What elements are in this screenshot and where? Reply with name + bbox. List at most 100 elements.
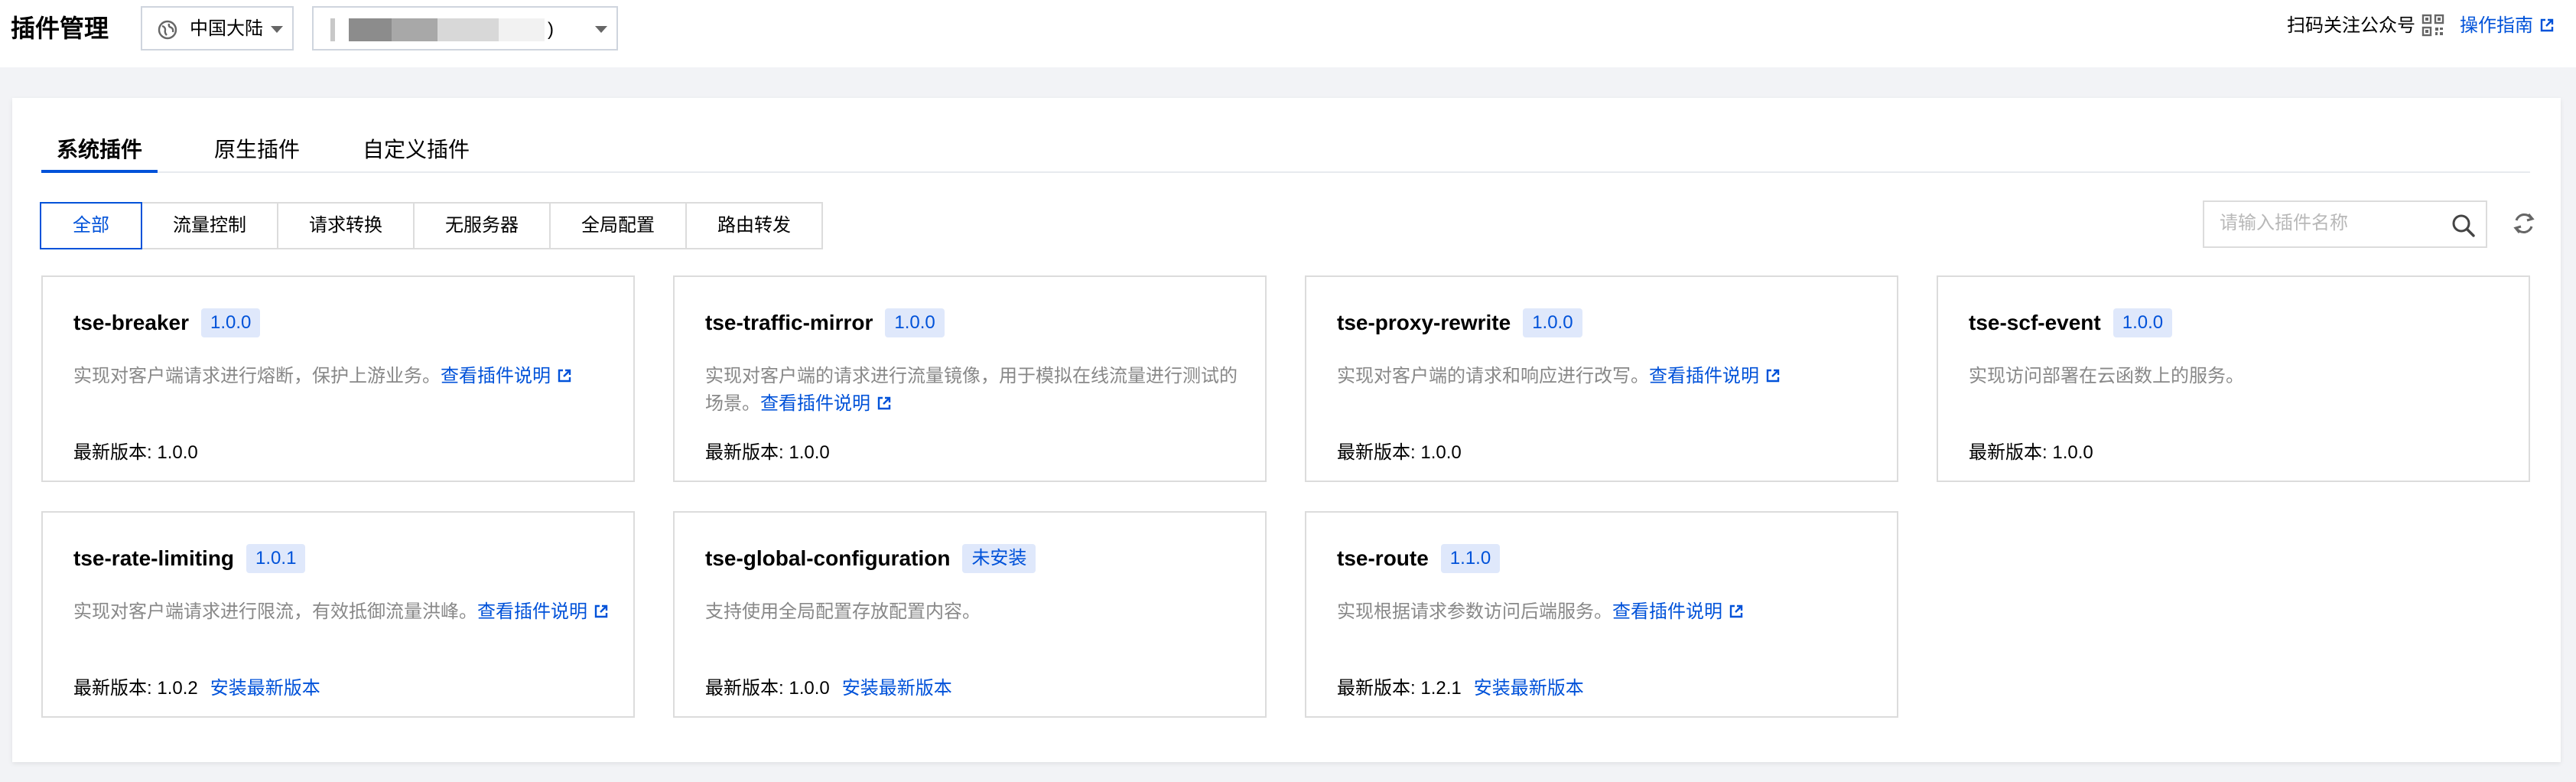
search-input[interactable] — [2220, 213, 2434, 234]
latest-version: 最新版本: 1.0.0 — [73, 441, 198, 465]
view-docs-label: 查看插件说明 — [760, 393, 870, 414]
guide-link[interactable]: 操作指南 — [2460, 14, 2555, 38]
latest-version-label: 最新版本: — [1337, 442, 1421, 463]
latest-version-value: 1.2.1 — [1420, 678, 1462, 699]
tab-native-plugins[interactable]: 原生插件 — [214, 135, 300, 173]
plugin-card: tse-scf-event 1.0.0 实现访问部署在云函数上的服务。 最新版本:… — [1937, 275, 2530, 482]
plugin-name: tse-global-configuration 未安装 — [705, 543, 1036, 574]
tab-system-plugins[interactable]: 系统插件 — [41, 135, 158, 173]
globe-icon — [158, 20, 177, 40]
external-link-icon — [877, 396, 891, 410]
view-docs-label: 查看插件说明 — [1612, 601, 1722, 622]
view-docs-link[interactable]: 查看插件说明 — [1649, 366, 1781, 386]
latest-version-value: 1.0.0 — [1420, 442, 1462, 463]
description-text: 实现对客户端请求进行限流，有效抵御流量洪峰。 — [73, 601, 477, 622]
description-text: 支持使用全局配置存放配置内容。 — [705, 601, 981, 622]
chevron-down-icon — [271, 26, 283, 33]
latest-version-value: 1.0.0 — [2052, 442, 2093, 463]
install-latest-link[interactable]: 安装最新版本 — [210, 678, 320, 699]
plugin-card: tse-breaker 1.0.0 实现对客户端请求进行熔断，保护上游业务。查看插… — [41, 275, 635, 482]
version-badge: 1.0.0 — [200, 308, 261, 337]
latest-version-value: 1.0.0 — [789, 678, 830, 699]
redacted-instance-name — [330, 18, 545, 41]
plugin-name: tse-proxy-rewrite 1.0.0 — [1337, 308, 1582, 338]
latest-version: 最新版本: 1.2.1 安装最新版本 — [1337, 676, 1584, 701]
guide-link-label: 操作指南 — [2460, 15, 2533, 36]
version-badge: 1.0.0 — [2113, 308, 2173, 337]
external-link-icon — [1729, 604, 1743, 618]
latest-version-label: 最新版本: — [73, 678, 158, 699]
plugin-panel: 系统插件 原生插件 自定义插件 全部 流量控制 请求转换 无服务器 全局配置 路… — [12, 98, 2561, 762]
plugin-description: 支持使用全局配置存放配置内容。 — [705, 598, 1241, 626]
install-latest-link[interactable]: 安装最新版本 — [1474, 678, 1584, 699]
plugin-card: tse-route 1.1.0 实现根据请求参数访问后端服务。查看插件说明 最新版… — [1305, 511, 1898, 718]
view-docs-link[interactable]: 查看插件说明 — [760, 393, 892, 414]
tab-custom-plugins[interactable]: 自定义插件 — [363, 135, 470, 173]
plugin-name: tse-traffic-mirror 1.0.0 — [705, 308, 945, 338]
plugin-description: 实现对客户端的请求和响应进行改写。查看插件说明 — [1337, 363, 1872, 390]
region-select[interactable]: 中国大陆 — [141, 6, 294, 51]
plugin-card: tse-proxy-rewrite 1.0.0 实现对客户端的请求和响应进行改写。… — [1305, 275, 1898, 482]
latest-version-label: 最新版本: — [73, 442, 158, 463]
plugin-card: tse-global-configuration 未安装 支持使用全局配置存放配置… — [673, 511, 1267, 718]
search-box — [2203, 200, 2487, 248]
filter-traffic-control[interactable]: 流量控制 — [141, 202, 278, 249]
plugin-name-text: tse-global-configuration — [705, 546, 951, 570]
region-label: 中国大陆 — [190, 18, 263, 39]
plugin-name: tse-route 1.1.0 — [1337, 543, 1501, 574]
view-docs-link[interactable]: 查看插件说明 — [441, 366, 572, 386]
version-badge: 1.0.0 — [885, 308, 945, 337]
plugin-tabs: 系统插件 原生插件 自定义插件 — [41, 135, 2530, 173]
description-text: 实现根据请求参数访问后端服务。 — [1337, 601, 1612, 622]
version-badge: 1.0.1 — [246, 544, 306, 573]
filter-serverless[interactable]: 无服务器 — [413, 202, 551, 249]
description-text: 实现对客户端请求进行熔断，保护上游业务。 — [73, 366, 441, 386]
version-badge: 1.1.0 — [1440, 544, 1501, 573]
page-title: 插件管理 — [11, 15, 109, 42]
version-badge: 1.0.0 — [1523, 308, 1582, 337]
top-bar: 插件管理 中国大陆 ) 扫码关注公众号 操作指南 — [0, 0, 2576, 67]
plugin-name: tse-scf-event 1.0.0 — [1969, 308, 2173, 338]
plugin-name: tse-rate-limiting 1.0.1 — [73, 543, 306, 574]
filter-request-transform[interactable]: 请求转换 — [277, 202, 415, 249]
filter-route-forward[interactable]: 路由转发 — [685, 202, 823, 249]
category-filter: 全部 流量控制 请求转换 无服务器 全局配置 路由转发 — [40, 202, 823, 249]
latest-version-label: 最新版本: — [705, 442, 789, 463]
external-link-icon — [2540, 18, 2554, 32]
plugin-description: 实现对客户端的请求进行流量镜像，用于模拟在线流量进行测试的场景。查看插件说明 — [705, 363, 1241, 418]
plugin-card: tse-traffic-mirror 1.0.0 实现对客户端的请求进行流量镜像，… — [673, 275, 1267, 482]
view-docs-link[interactable]: 查看插件说明 — [477, 601, 609, 622]
plugin-name: tse-breaker 1.0.0 — [73, 308, 261, 338]
description-text: 实现访问部署在云函数上的服务。 — [1969, 366, 2244, 386]
plugin-description: 实现访问部署在云函数上的服务。 — [1969, 363, 2504, 390]
refresh-icon[interactable] — [2510, 210, 2538, 237]
latest-version-label: 最新版本: — [1337, 678, 1421, 699]
plugin-name-text: tse-traffic-mirror — [705, 311, 873, 334]
latest-version: 最新版本: 1.0.2 安装最新版本 — [73, 676, 320, 701]
view-docs-label: 查看插件说明 — [441, 366, 551, 386]
description-text: 实现对客户端的请求和响应进行改写。 — [1337, 366, 1649, 386]
view-docs-link[interactable]: 查看插件说明 — [1612, 601, 1744, 622]
instance-select[interactable]: ) — [312, 6, 618, 51]
plugin-description: 实现根据请求参数访问后端服务。查看插件说明 — [1337, 598, 1872, 626]
latest-version-value: 1.0.0 — [157, 442, 198, 463]
external-link-icon — [1766, 369, 1780, 383]
latest-version: 最新版本: 1.0.0 — [705, 441, 830, 465]
qr-code-icon[interactable] — [2422, 14, 2444, 37]
external-link-icon — [558, 369, 571, 383]
latest-version-value: 1.0.0 — [789, 442, 830, 463]
plugin-name-text: tse-proxy-rewrite — [1337, 311, 1511, 334]
view-docs-label: 查看插件说明 — [477, 601, 587, 622]
filter-global-config[interactable]: 全局配置 — [549, 202, 687, 249]
install-status-badge: 未安装 — [962, 544, 1036, 573]
plugin-description: 实现对客户端请求进行限流，有效抵御流量洪峰。查看插件说明 — [73, 598, 609, 626]
plugin-description: 实现对客户端请求进行熔断，保护上游业务。查看插件说明 — [73, 363, 609, 390]
latest-version-label: 最新版本: — [1969, 442, 2053, 463]
external-link-icon — [594, 604, 608, 618]
qr-follow-text: 扫码关注公众号 — [2287, 15, 2415, 36]
plugin-name-text: tse-breaker — [73, 311, 189, 334]
install-latest-link[interactable]: 安装最新版本 — [842, 678, 952, 699]
search-icon[interactable] — [2451, 213, 2477, 239]
plugin-name-text: tse-route — [1337, 546, 1429, 570]
filter-all[interactable]: 全部 — [40, 202, 142, 249]
